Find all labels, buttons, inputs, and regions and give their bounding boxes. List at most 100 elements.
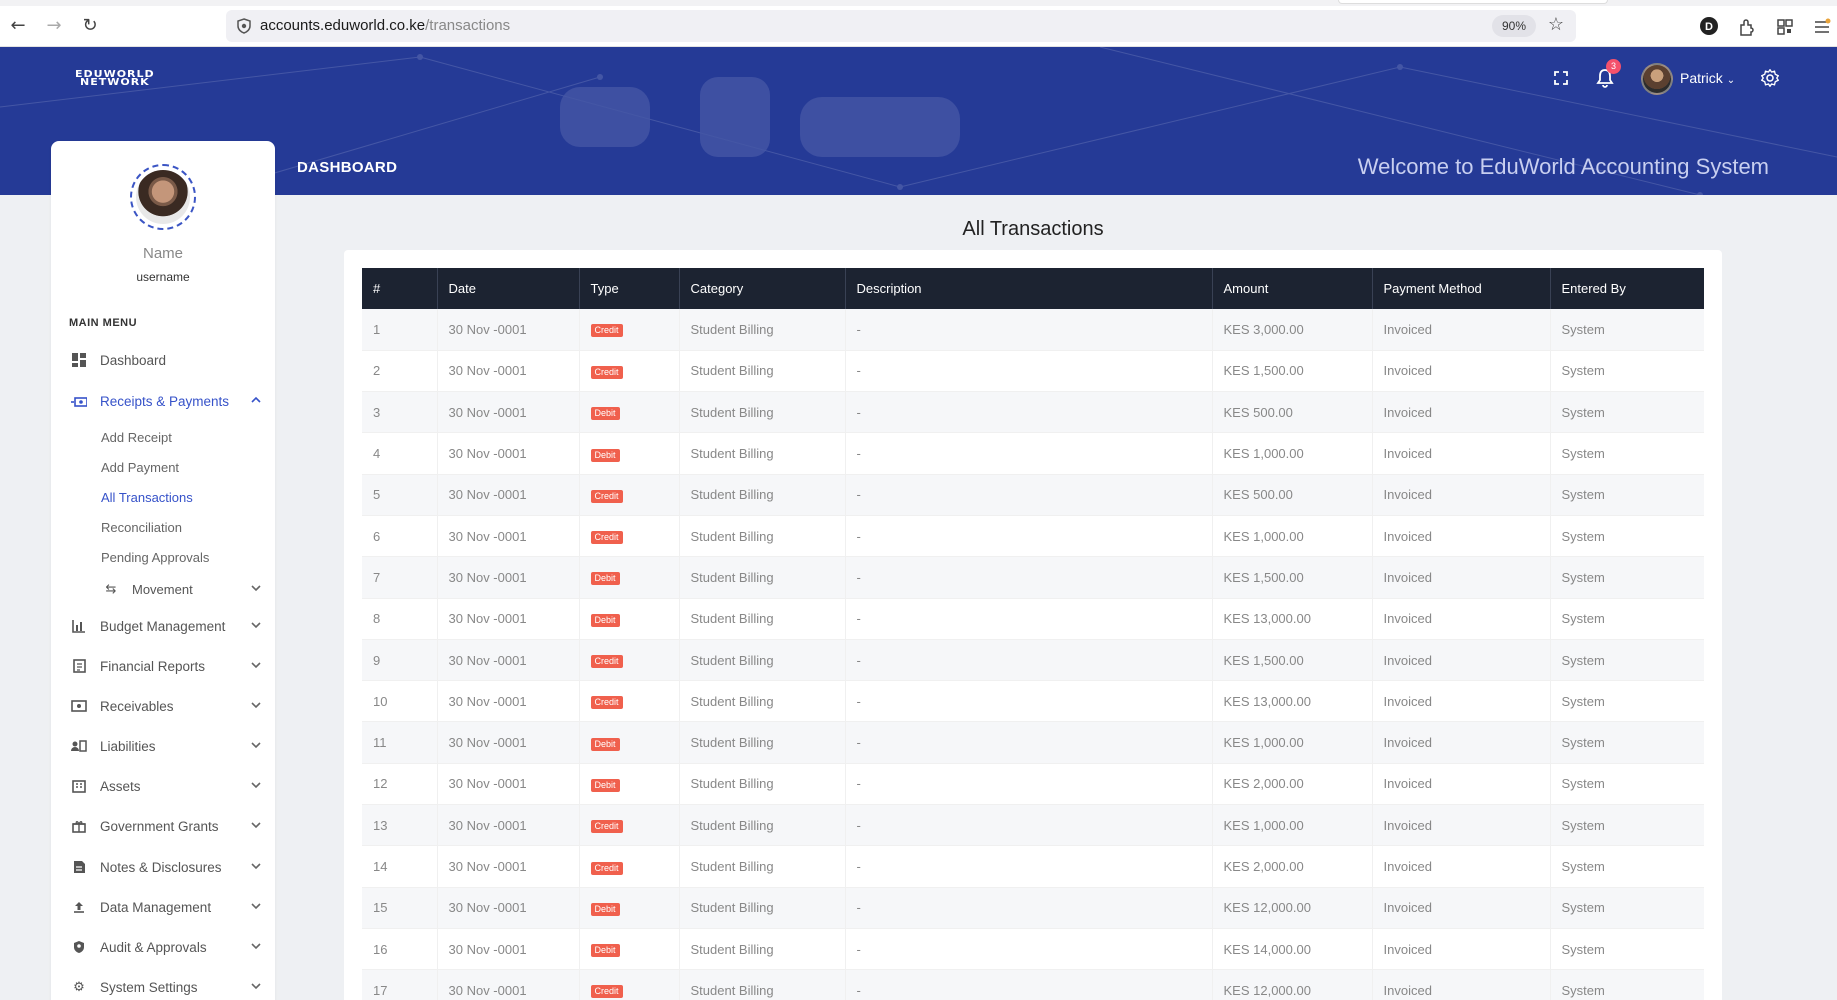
table-row[interactable]: 5 30 Nov -0001 Credit Student Billing - KES 5… [362, 474, 1704, 516]
browser-tab[interactable] [1338, 0, 1608, 4]
reload-icon[interactable]: ↻ [78, 14, 102, 38]
table-cell: - [845, 721, 1213, 764]
eduworld-logo[interactable]: EDUWORLD NETWORK [75, 69, 155, 87]
sidebar-subitem-all-transactions[interactable]: All Transactions [101, 490, 193, 505]
table-cell: 7 [362, 556, 438, 599]
sidebar-subitem-reconciliation[interactable]: Reconciliation [101, 520, 182, 535]
sidebar-item-liabilities[interactable]: Liabilities [69, 735, 265, 757]
column-header[interactable]: Payment Method [1372, 268, 1551, 309]
table-row[interactable]: 16 30 Nov -0001 Debit Student Billing - KES 1… [362, 928, 1704, 971]
table-row[interactable]: 2 30 Nov -0001 Credit Student Billing - KES 1… [362, 350, 1704, 393]
avatar[interactable] [1641, 63, 1673, 95]
table-cell: Debit [579, 556, 680, 599]
type-badge: Debit [590, 448, 620, 462]
profile-username: username [136, 270, 190, 284]
table-cell: 4 [362, 432, 438, 475]
table-cell: Student Billing [679, 350, 846, 393]
sidebar-item-audit-approvals[interactable]: Audit & Approvals [69, 936, 265, 958]
table-row[interactable]: 1 30 Nov -0001 Credit Student Billing - KES 3… [362, 309, 1704, 351]
sidebar-item-financial-reports[interactable]: Financial Reports [69, 655, 265, 677]
table-cell: System [1550, 969, 1704, 1000]
table-cell: Invoiced [1372, 969, 1551, 1000]
column-header[interactable]: Entered By [1550, 268, 1704, 309]
table-cell: System [1550, 432, 1704, 475]
table-row[interactable]: 8 30 Nov -0001 Debit Student Billing - KES 13… [362, 598, 1704, 640]
column-header[interactable]: Description [845, 268, 1213, 309]
table-cell: Student Billing [679, 804, 846, 847]
type-badge: Debit [590, 944, 620, 958]
table-cell: KES 12,000.00 [1212, 887, 1373, 929]
sidebar-subitem-pending-approvals[interactable]: Pending Approvals [101, 550, 209, 565]
table-cell: KES 1,000.00 [1212, 432, 1373, 475]
fullscreen-icon[interactable] [1553, 70, 1569, 86]
table-row[interactable]: 10 30 Nov -0001 Credit Student Billing - KES … [362, 680, 1704, 723]
table-row[interactable]: 11 30 Nov -0001 Debit Student Billing - KES 1… [362, 721, 1704, 764]
money-icon [69, 698, 89, 714]
profile-avatar[interactable] [130, 164, 196, 230]
sidebar-item-notes-disclosures[interactable]: Notes & Disclosures [69, 856, 265, 878]
column-header[interactable]: Amount [1212, 268, 1373, 309]
table-row[interactable]: 12 30 Nov -0001 Debit Student Billing - KES 2… [362, 763, 1704, 806]
table-row[interactable]: 14 30 Nov -0001 Credit Student Billing - KES … [362, 845, 1704, 888]
type-badge: Debit [590, 778, 620, 792]
user-menu[interactable]: Patrick ⌄ [1680, 70, 1735, 86]
table-cell: Invoiced [1372, 639, 1551, 682]
gift-icon [69, 818, 89, 834]
address-bar[interactable]: accounts.eduworld.co.ke/transactions 90%… [226, 10, 1576, 42]
column-header[interactable]: Type [579, 268, 680, 309]
table-cell: 2 [362, 350, 438, 393]
chevron-down-icon [251, 863, 261, 870]
sidebar-item-receipts-payments[interactable]: Receipts & Payments [69, 390, 265, 412]
sidebar-subitem-add-payment[interactable]: Add Payment [101, 460, 179, 475]
table-cell: 30 Nov -0001 [437, 887, 580, 929]
table-row[interactable]: 13 30 Nov -0001 Credit Student Billing - KES … [362, 804, 1704, 847]
table-row[interactable]: 7 30 Nov -0001 Debit Student Billing - KES 1,… [362, 556, 1704, 599]
table-cell: 5 [362, 474, 438, 516]
forward-icon[interactable]: → [42, 14, 66, 38]
sidebar-item-assets[interactable]: Assets [69, 775, 265, 797]
table-row[interactable]: 15 30 Nov -0001 Debit Student Billing - KES 1… [362, 887, 1704, 929]
table-cell: Credit [579, 639, 680, 682]
table-cell: - [845, 474, 1213, 516]
chevron-down-icon [251, 702, 261, 709]
cogs-icon: ⚙ [73, 979, 85, 995]
sidebar-item-budget-management[interactable]: Budget Management [69, 615, 265, 637]
column-header[interactable]: Date [437, 268, 580, 309]
table-row[interactable]: 6 30 Nov -0001 Credit Student Billing - KES 1… [362, 515, 1704, 558]
bookmark-star-icon[interactable]: ☆ [1548, 14, 1564, 35]
table-cell: System [1550, 309, 1704, 351]
extensions-icon[interactable] [1737, 17, 1757, 37]
table-cell: 30 Nov -0001 [437, 680, 580, 723]
type-badge: Debit [590, 737, 620, 751]
sidebar-item-receivables[interactable]: Receivables [69, 695, 265, 717]
table-cell: Student Billing [679, 887, 846, 929]
table-cell: System [1550, 845, 1704, 888]
table-cell: System [1550, 763, 1704, 806]
chevron-down-icon [251, 782, 261, 789]
table-row[interactable]: 9 30 Nov -0001 Credit Student Billing - KES 1… [362, 639, 1704, 682]
table-cell: - [845, 515, 1213, 558]
table-row[interactable]: 3 30 Nov -0001 Debit Student Billing - KES 50… [362, 391, 1704, 434]
zoom-indicator[interactable]: 90% [1491, 15, 1536, 37]
column-header[interactable]: # [362, 268, 438, 309]
sidebar-item-dashboard[interactable]: Dashboard [69, 349, 265, 371]
back-icon[interactable]: ← [6, 14, 30, 38]
sidebar-item-system-settings[interactable]: ⚙ System Settings [69, 976, 265, 998]
table-cell: Student Billing [679, 556, 846, 599]
table-row[interactable]: 17 30 Nov -0001 Credit Student Billing - KES … [362, 969, 1704, 1000]
sidebar-item-government-grants[interactable]: Government Grants [69, 815, 265, 837]
table-cell: KES 500.00 [1212, 474, 1373, 516]
gear-icon[interactable] [1761, 69, 1779, 87]
app-menu-icon[interactable] [1812, 17, 1832, 37]
sidebar-subitem-add-receipt[interactable]: Add Receipt [101, 430, 172, 445]
sidebar-subitem-movement[interactable]: ⇆ Movement [101, 578, 265, 600]
column-header[interactable]: Category [679, 268, 846, 309]
table-cell: 30 Nov -0001 [437, 391, 580, 434]
note-icon [69, 859, 89, 875]
sidebar-item-data-management[interactable]: Data Management [69, 896, 265, 918]
table-row[interactable]: 4 30 Nov -0001 Debit Student Billing - KES 1,… [362, 432, 1704, 475]
table-cell: 30 Nov -0001 [437, 721, 580, 764]
profile-icon[interactable]: D [1700, 17, 1718, 35]
type-badge: Credit [590, 696, 623, 710]
qr-code-icon[interactable] [1775, 17, 1795, 37]
